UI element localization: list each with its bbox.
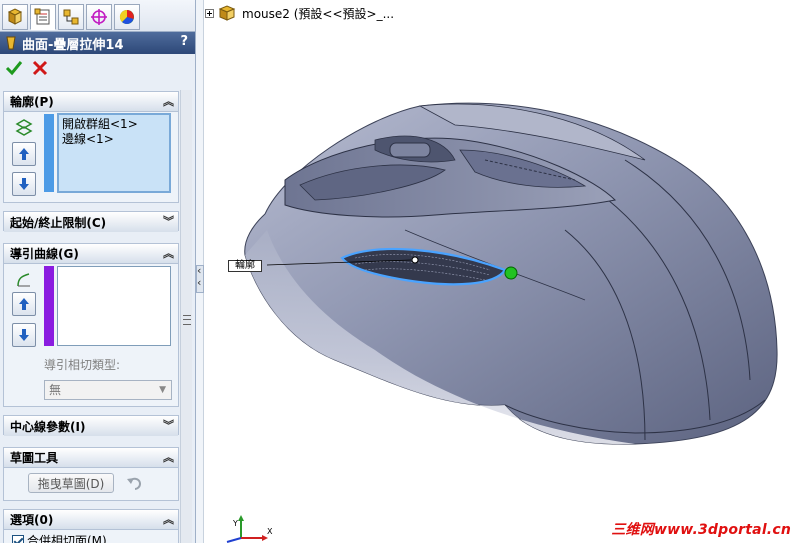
green-check-icon[interactable]	[4, 58, 24, 78]
property-manager-title-bar: 曲面-疊層拉伸14 ?	[0, 32, 195, 54]
undo-icon[interactable]	[126, 475, 144, 491]
collapse-panel-handle[interactable]	[196, 264, 204, 293]
tangency-type-select[interactable]: 無 ▼	[44, 380, 172, 400]
arrow-down-icon	[19, 329, 29, 341]
red-x-icon[interactable]	[30, 58, 50, 78]
guide-curves-group-header[interactable]: 導引曲線(G) ︽	[4, 244, 178, 264]
panel-splitter[interactable]	[196, 0, 204, 543]
part-name[interactable]: mouse2 (預設<<預設>_...	[242, 5, 394, 22]
list-item[interactable]: 開啟群組<1>	[62, 117, 166, 132]
tab-display-manager[interactable]	[114, 4, 140, 30]
manager-tab-bar	[0, 0, 195, 32]
tab-feature-manager[interactable]	[2, 4, 28, 30]
move-down-button[interactable]	[12, 172, 36, 196]
sketch-tools-group: 草圖工具 ︽ 拖曳草圖(D)	[3, 447, 179, 501]
property-manager-title: 曲面-疊層拉伸14	[22, 37, 124, 53]
profile-color-bar	[44, 114, 54, 192]
guide-curve-icon	[17, 273, 30, 287]
reference-triad-icon: Y X	[226, 515, 273, 543]
profile-group-header[interactable]: 輪廓(P) ︽	[4, 92, 178, 112]
guide-move-up-button[interactable]	[12, 292, 36, 316]
panel-scrollbar[interactable]	[180, 90, 192, 543]
profile-group: 輪廓(P) ︽ 開啟群組<1> 邊線<1>	[3, 91, 179, 203]
collapse-chevron-icon[interactable]: ︽	[163, 93, 174, 109]
configuration-icon	[63, 9, 79, 25]
start-end-constraints-group: 起始/終止限制(C) ︾	[3, 211, 179, 232]
loft-profile-icon	[15, 119, 33, 136]
expand-chevron-icon[interactable]: ︾	[163, 417, 174, 433]
tab-dimxpert-manager[interactable]	[86, 4, 112, 30]
graphics-area[interactable]: mouse2 (預設<<預設>_... 輪廓 Y X 三维网www.3dport…	[205, 0, 795, 543]
guide-move-down-button[interactable]	[12, 323, 36, 347]
guide-curve-selection-list[interactable]	[57, 266, 171, 346]
guide-curve-color-bar	[44, 266, 54, 346]
guide-curves-group-title: 導引曲線(G)	[10, 247, 79, 261]
solidworks-window: 曲面-疊層拉伸14 ? 輪廓(P) ︽ 開啟群組<1> 邊線<1> 起始/終止限…	[0, 0, 795, 543]
tab-configuration-manager[interactable]	[58, 4, 84, 30]
help-button[interactable]: ?	[180, 34, 188, 49]
property-manager-panel: 曲面-疊層拉伸14 ? 輪廓(P) ︽ 開啟群組<1> 邊線<1> 起始/終止限…	[0, 0, 196, 543]
expand-chevron-icon[interactable]: ︾	[163, 213, 174, 229]
start-end-group-header[interactable]: 起始/終止限制(C) ︾	[4, 212, 178, 232]
ok-cancel-bar	[0, 56, 195, 82]
collapse-chevron-icon[interactable]: ︽	[163, 245, 174, 261]
guide-curves-group: 導引曲線(G) ︽ 導引相切類型: 無 ▼	[3, 243, 179, 407]
centerline-group-title: 中心線參數(I)	[10, 419, 86, 434]
tangency-type-label: 導引相切類型:	[44, 358, 121, 372]
profile-selection-list[interactable]: 開啟群組<1> 邊線<1>	[57, 113, 171, 193]
sketch-tools-group-header[interactable]: 草圖工具 ︽	[4, 448, 178, 468]
collapse-chevron-icon[interactable]: ︽	[163, 511, 174, 527]
start-end-group-title: 起始/終止限制(C)	[10, 215, 107, 230]
tab-property-manager[interactable]	[30, 4, 56, 30]
chevron-down-icon: ▼	[159, 385, 166, 395]
drag-sketch-button[interactable]: 拖曳草圖(D)	[28, 473, 114, 493]
profile-callout-label[interactable]: 輪廓	[228, 260, 262, 272]
mouse-3d-model[interactable]	[205, 0, 795, 543]
site-watermark: 三维网www.3dportal.cn	[611, 522, 791, 538]
arrow-up-icon	[19, 298, 29, 310]
list-item[interactable]: 邊線<1>	[62, 132, 166, 147]
color-wheel-icon	[119, 9, 134, 24]
options-group-title: 選項(0)	[10, 513, 54, 527]
merge-tangent-faces-checkbox[interactable]: 合併相切面(M)	[12, 532, 107, 543]
tangency-type-value: 無	[49, 383, 62, 397]
arrow-up-icon	[19, 148, 29, 160]
arrow-down-icon	[19, 178, 29, 190]
svg-text:X: X	[267, 527, 273, 536]
profile-group-title: 輪廓(P)	[10, 95, 54, 109]
move-up-button[interactable]	[12, 142, 36, 166]
feature-tree-icon	[7, 8, 23, 25]
svg-text:Y: Y	[232, 519, 238, 528]
expand-plus-icon[interactable]	[205, 8, 214, 18]
part-icon	[218, 5, 236, 21]
feature-tree-root[interactable]: mouse2 (預設<<預設>_...	[205, 3, 394, 23]
scrollbar-grip[interactable]	[183, 315, 191, 325]
centerline-group-header[interactable]: 中心線參數(I) ︾	[4, 416, 178, 436]
merge-tangent-faces-label: 合併相切面(M)	[27, 534, 107, 543]
crosshair-icon	[91, 9, 107, 25]
centerline-parameters-group: 中心線參數(I) ︾	[3, 415, 179, 436]
loft-surface-icon	[6, 36, 16, 50]
checkbox-checked[interactable]	[12, 534, 24, 543]
options-group-header[interactable]: 選項(0) ︽	[4, 510, 178, 530]
collapse-chevron-icon[interactable]: ︽	[163, 449, 174, 465]
property-sheet-icon	[34, 8, 50, 25]
sketch-tools-group-title: 草圖工具	[10, 451, 59, 465]
options-group: 選項(0) ︽ 合併相切面(M)	[3, 509, 179, 543]
